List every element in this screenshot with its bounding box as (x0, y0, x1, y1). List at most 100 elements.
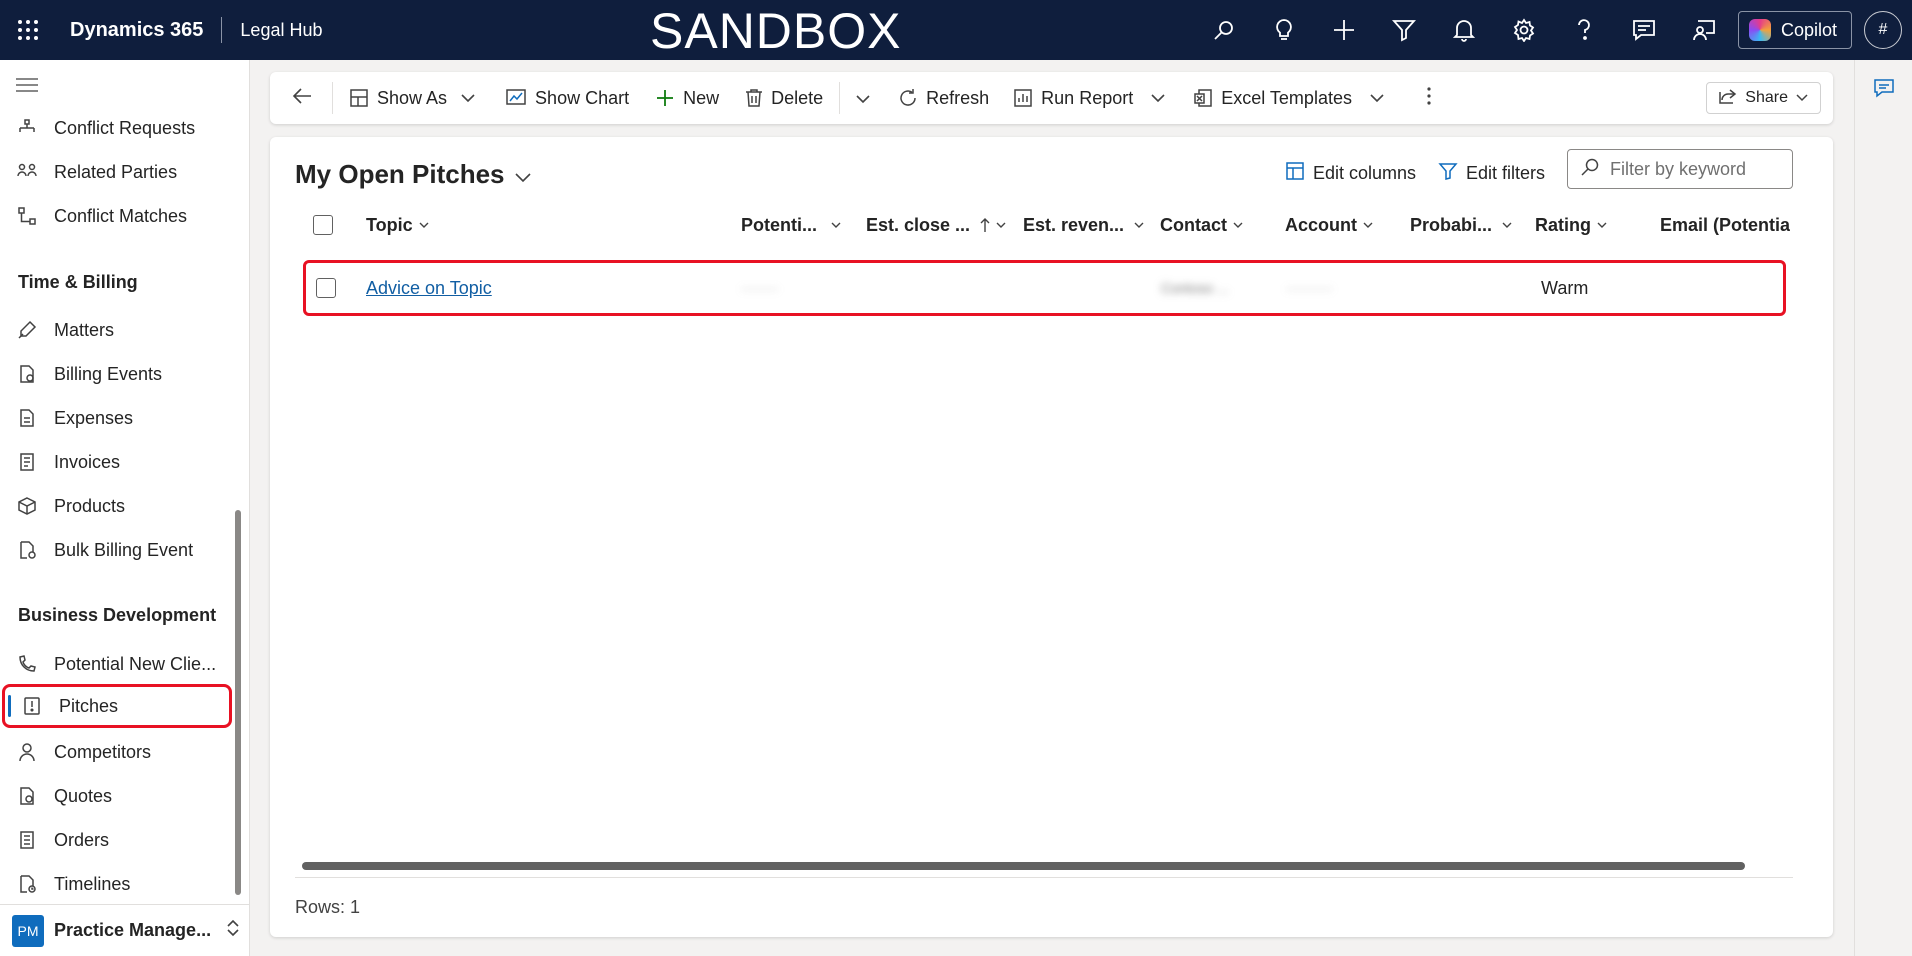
column-header-contact[interactable]: Contact (1160, 205, 1243, 245)
show-chart-label: Show Chart (535, 87, 630, 108)
cell-topic[interactable]: Advice on Topic (366, 263, 492, 313)
excel-templates-button[interactable]: Excel Templates (1183, 72, 1394, 124)
chevron-up-down-icon (225, 918, 241, 943)
run-report-label: Run Report (1041, 87, 1134, 108)
chat-feedback-icon[interactable] (1614, 0, 1674, 60)
trash-icon (745, 88, 763, 108)
sidebar-item-label: Pitches (59, 695, 119, 716)
app-name[interactable]: Dynamics 365 (70, 19, 203, 42)
cell-contact[interactable]: Contoso ... (1161, 263, 1229, 313)
lightbulb-icon[interactable] (1254, 0, 1314, 60)
timelines-icon (16, 873, 38, 895)
potential-value[interactable]: ········ (741, 280, 778, 296)
bulk-billing-icon (16, 539, 38, 561)
sidebar-item-related-parties[interactable]: Related Parties (0, 150, 240, 194)
sidebar-item-conflict-matches[interactable]: Conflict Matches (0, 194, 240, 238)
sidebar-item-quotes[interactable]: Quotes (0, 774, 240, 818)
refresh-label: Refresh (926, 87, 990, 108)
back-button[interactable] (270, 72, 326, 124)
keyword-filter-input[interactable] (1610, 158, 1780, 180)
refresh-icon (898, 88, 918, 108)
sidebar-item-orders[interactable]: Orders (0, 818, 240, 862)
delete-button[interactable]: Delete (735, 72, 833, 124)
view-title: My Open Pitches (295, 159, 505, 189)
sidebar-item-timelines[interactable]: Timelines (0, 862, 240, 906)
new-button[interactable]: New (645, 72, 729, 124)
help-question-icon[interactable] (1554, 0, 1614, 60)
column-header-potential[interactable]: Potenti... (741, 205, 841, 245)
sidebar-item-label: Competitors (54, 741, 152, 762)
search-icon[interactable] (1194, 0, 1254, 60)
sidebar-item-competitors[interactable]: Competitors (0, 730, 240, 774)
sidebar-item-products[interactable]: Products (0, 484, 240, 528)
checkbox[interactable] (313, 215, 333, 235)
refresh-button[interactable]: Refresh (888, 72, 999, 124)
chevron-down-icon (514, 159, 531, 190)
billing-events-icon (16, 363, 38, 385)
column-header-account[interactable]: Account (1285, 205, 1373, 245)
column-header-est-close[interactable]: Est. close ... (866, 205, 1006, 245)
app-module-name[interactable]: Legal Hub (240, 20, 322, 41)
chevron-down-icon (1502, 222, 1512, 228)
horizontal-scrollbar[interactable] (302, 862, 1745, 870)
sidebar-item-conflict-requests[interactable]: Conflict Requests (0, 106, 240, 150)
sidebar-item-bulk-billing-event[interactable]: Bulk Billing Event (0, 528, 240, 572)
row-select-checkbox[interactable] (316, 263, 336, 313)
copilot-button[interactable]: Copilot (1737, 11, 1852, 49)
person-chat-icon[interactable] (1674, 0, 1734, 60)
show-as-icon (349, 88, 369, 108)
plus-icon[interactable] (1314, 0, 1374, 60)
sidebar-item-potential-new-clients[interactable]: Potential New Clie... (0, 642, 240, 686)
topic-link[interactable]: Advice on Topic (366, 278, 492, 299)
sidebar-item-label: Expenses (54, 407, 134, 428)
show-chart-button[interactable]: Show Chart (495, 72, 639, 124)
sidebar-item-matters[interactable]: Matters (0, 308, 240, 352)
more-commands-button[interactable] (1416, 72, 1442, 124)
sidebar-scrollbar[interactable] (235, 510, 241, 895)
select-all-checkbox[interactable] (313, 205, 333, 245)
column-header-email[interactable]: Email (Potential... (1660, 205, 1790, 245)
group-business-development: Business Development (18, 605, 217, 625)
hamburger-menu-icon[interactable] (16, 78, 38, 97)
show-as-button[interactable]: Show As (339, 72, 485, 124)
app-launcher-waffle-icon[interactable] (0, 0, 56, 60)
settings-gear-icon[interactable] (1494, 0, 1554, 60)
notification-bell-icon[interactable] (1434, 0, 1494, 60)
column-header-probability[interactable]: Probabi... (1410, 205, 1512, 245)
excel-templates-label: Excel Templates (1221, 87, 1352, 108)
account-button[interactable]: # (1864, 11, 1902, 49)
edit-filters-button[interactable]: Edit filters (1438, 161, 1545, 186)
cell-potential[interactable]: ········ (741, 263, 778, 313)
search-icon (1580, 157, 1600, 182)
sidebar-item-label: Products (54, 495, 126, 516)
more-delete-options-button[interactable] (846, 72, 880, 124)
sidebar-item-expenses[interactable]: Expenses (0, 396, 240, 440)
cell-account[interactable]: ·········· (1286, 263, 1333, 313)
checkbox[interactable] (316, 278, 336, 298)
filter-icon[interactable] (1374, 0, 1434, 60)
top-icons-group: Copilot # (1194, 0, 1912, 60)
run-report-button[interactable]: Run Report (1003, 72, 1175, 124)
area-switcher[interactable]: PM Practice Manage... (0, 904, 250, 956)
column-header-topic[interactable]: Topic (366, 205, 429, 245)
competitors-icon (16, 741, 38, 763)
sidebar-item-pitches[interactable]: Pitches (2, 684, 232, 728)
keyword-filter-box[interactable] (1567, 149, 1793, 189)
top-navigation-bar: Dynamics 365 Legal Hub SANDBOX Copilot # (0, 0, 1912, 60)
sidebar-item-label: Related Parties (54, 161, 178, 182)
column-header-rating[interactable]: Rating (1535, 205, 1607, 245)
view-selector[interactable]: My Open Pitches (295, 159, 531, 190)
conversation-icon[interactable] (1873, 78, 1895, 103)
pitches-icon (21, 695, 43, 717)
group-time-billing: Time & Billing (18, 272, 138, 292)
chevron-down-icon (419, 222, 429, 228)
back-arrow-icon (292, 87, 312, 110)
account-value[interactable]: ·········· (1286, 280, 1333, 296)
sidebar-item-invoices[interactable]: Invoices (0, 440, 240, 484)
column-header-est-revenue[interactable]: Est. reven... (1023, 205, 1144, 245)
table-row[interactable]: Advice on Topic ········ Contoso ... ···… (303, 260, 1786, 316)
edit-columns-button[interactable]: Edit columns (1285, 161, 1416, 186)
share-button[interactable]: Share (1706, 82, 1821, 114)
sidebar-item-billing-events[interactable]: Billing Events (0, 352, 240, 396)
contact-value[interactable]: Contoso ... (1161, 280, 1229, 296)
